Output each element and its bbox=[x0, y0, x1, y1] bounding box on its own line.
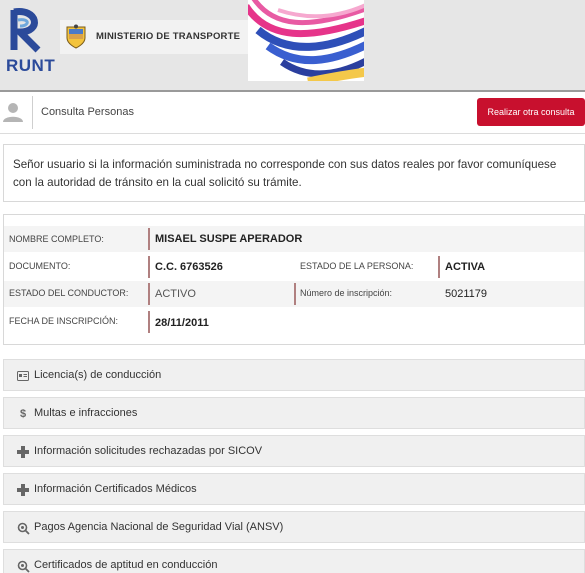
field-accent bbox=[148, 228, 150, 250]
site-header: RUNT MINISTERIO DE TRANSPORTE bbox=[0, 0, 585, 90]
nombre-label: NOMBRE COMPLETO: bbox=[9, 234, 104, 244]
ministry-name: MINISTERIO DE TRANSPORTE bbox=[96, 31, 241, 42]
ministry-logo: MINISTERIO DE TRANSPORTE bbox=[60, 20, 248, 54]
gear-search-icon bbox=[16, 559, 30, 573]
field-accent bbox=[148, 256, 150, 278]
section-label: Licencia(s) de conducción bbox=[34, 369, 162, 381]
fecha-value: 28/11/2011 bbox=[155, 317, 209, 329]
section-label: Certificados de aptitud en conducción bbox=[34, 559, 218, 571]
dollar-icon: $ bbox=[19, 408, 27, 420]
runt-logo[interactable]: RUNT bbox=[4, 6, 55, 75]
documento-label: DOCUMENTO: bbox=[9, 261, 71, 271]
field-accent bbox=[148, 311, 150, 333]
section-label: Multas e infracciones bbox=[34, 407, 138, 419]
section-label: Información solicitudes rechazadas por S… bbox=[34, 445, 263, 457]
colombia-crest-icon bbox=[66, 24, 86, 49]
section-pagos-ansv[interactable]: Pagos Agencia Nacional de Seguridad Vial… bbox=[3, 511, 585, 543]
estado-conductor-label: ESTADO DEL CONDUCTOR: bbox=[9, 288, 129, 298]
runt-r-icon bbox=[10, 8, 41, 53]
gear-search-icon bbox=[16, 521, 30, 535]
id-card-icon bbox=[16, 369, 30, 383]
page-title: Consulta Personas bbox=[41, 106, 134, 118]
num-inscripcion-label: Número de inscripción: bbox=[300, 288, 393, 298]
section-label: Pagos Agencia Nacional de Seguridad Vial… bbox=[34, 521, 284, 533]
medical-cross-icon bbox=[16, 483, 30, 497]
section-certificados-aptitud[interactable]: Certificados de aptitud en conducción bbox=[3, 549, 585, 573]
estado-persona-value: ACTIVA bbox=[445, 261, 486, 273]
new-query-button[interactable]: Realizar otra consulta bbox=[477, 98, 585, 126]
field-accent bbox=[148, 283, 150, 305]
fecha-label: FECHA DE INSCRIPCIÓN: bbox=[9, 316, 119, 326]
section-sicov[interactable]: Información solicitudes rechazadas por S… bbox=[3, 435, 585, 467]
notice-message: Señor usuario si la información suminist… bbox=[3, 144, 585, 202]
documento-value: C.C. 6763526 bbox=[155, 261, 223, 273]
runt-logo-text: RUNT bbox=[6, 56, 56, 75]
row-documento: DOCUMENTO: C.C. 6763526 ESTADO DE LA PER… bbox=[4, 254, 584, 280]
user-icon bbox=[3, 103, 23, 122]
section-multas[interactable]: $ Multas e infracciones bbox=[3, 397, 585, 429]
estado-persona-label: ESTADO DE LA PERSONA: bbox=[300, 261, 414, 271]
person-info-panel: NOMBRE COMPLETO: MISAEL SUSPE APERADOR D… bbox=[3, 214, 585, 345]
medical-cross-icon bbox=[16, 445, 30, 459]
row-fecha: FECHA DE INSCRIPCIÓN: 28/11/2011 bbox=[4, 309, 584, 335]
estado-conductor-value: ACTIVO bbox=[155, 288, 196, 300]
section-licencias[interactable]: Licencia(s) de conducción bbox=[3, 359, 585, 391]
section-label: Información Certificados Médicos bbox=[34, 483, 197, 495]
field-accent bbox=[438, 256, 440, 278]
field-accent bbox=[294, 283, 296, 305]
row-nombre: NOMBRE COMPLETO: MISAEL SUSPE APERADOR bbox=[4, 226, 584, 252]
section-certificados-medicos[interactable]: Información Certificados Médicos bbox=[3, 473, 585, 505]
nombre-value: MISAEL SUSPE APERADOR bbox=[155, 233, 303, 245]
row-conductor: ESTADO DEL CONDUCTOR: ACTIVO Número de i… bbox=[4, 281, 584, 307]
decorative-banner bbox=[248, 0, 364, 81]
toolbar: Consulta Personas Realizar otra consulta bbox=[0, 92, 585, 134]
num-inscripcion-value: 5021179 bbox=[445, 288, 488, 300]
toolbar-divider bbox=[32, 96, 33, 129]
